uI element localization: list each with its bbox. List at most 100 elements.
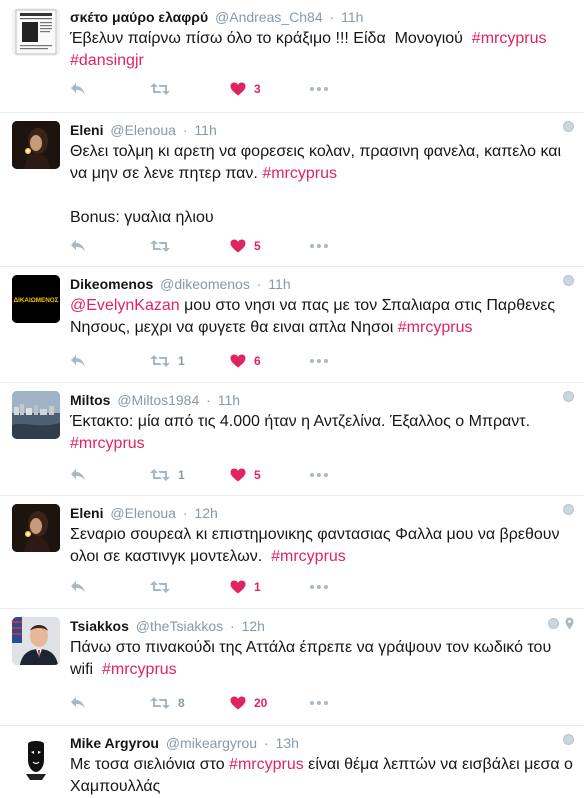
heart-icon xyxy=(230,580,246,594)
username[interactable]: @Elenoua xyxy=(110,122,176,138)
retweet-icon xyxy=(150,82,170,96)
timestamp[interactable]: 13h xyxy=(276,735,299,751)
hashtag-link[interactable]: #mrcyprus xyxy=(472,30,547,47)
more-button[interactable] xyxy=(310,585,350,589)
avatar[interactable] xyxy=(12,504,60,552)
avatar[interactable] xyxy=(12,617,60,665)
hashtag-link[interactable]: #dansingjr xyxy=(70,52,144,69)
tweet-text: Σεναριο σουρεαλ κι επιστημονικης φαντασι… xyxy=(70,524,574,568)
retweet-count: 1 xyxy=(178,354,185,368)
tweet-text-segment: Με τοσα σιελιόνια στο xyxy=(70,756,230,773)
more-button[interactable] xyxy=(310,359,350,363)
heart-icon xyxy=(230,82,246,96)
timestamp[interactable]: 11h xyxy=(194,122,216,138)
tweet[interactable]: Tsiakkos @theTsiakkos · 12h Πάνω στο πιν… xyxy=(0,609,584,726)
fullname[interactable]: Eleni xyxy=(70,122,103,138)
hashtag-link[interactable]: #mrcyprus xyxy=(398,319,473,336)
more-button[interactable] xyxy=(310,473,350,477)
heart-icon xyxy=(230,239,246,253)
tweet[interactable]: σκέτο μαύρο ελαφρύ @Andreas_Ch84 · 11h Έ… xyxy=(0,0,584,113)
retweet-count: 1 xyxy=(178,468,185,482)
username[interactable]: @dikeomenos xyxy=(160,276,250,292)
more-button[interactable] xyxy=(310,87,350,91)
mention-link[interactable]: @EvelynKazan xyxy=(70,297,180,314)
fullname[interactable]: Eleni xyxy=(70,505,103,521)
tweet[interactable]: ΔΙΚΑΙΩΜΕΝΟΣ Dikeomenos @dikeomenos · 11h… xyxy=(0,267,584,383)
username[interactable]: @Andreas_Ch84 xyxy=(215,9,323,25)
like-button[interactable]: 3 xyxy=(230,82,310,96)
username[interactable]: @Elenoua xyxy=(110,505,176,521)
reply-button[interactable] xyxy=(70,239,150,253)
timestamp[interactable]: 11h xyxy=(341,9,363,25)
reply-icon xyxy=(70,354,86,368)
like-button[interactable]: 5 xyxy=(230,239,310,253)
reply-button[interactable] xyxy=(70,580,150,594)
tweet-text: Πάνω στο πινακούδι της Αττάλα έπρεπε να … xyxy=(70,637,574,681)
like-button[interactable]: 5 xyxy=(230,468,310,482)
hashtag-link[interactable]: #mrcyprus xyxy=(229,756,304,773)
retweet-icon xyxy=(150,468,170,482)
separator-dot: · xyxy=(263,735,269,751)
timestamp[interactable]: 11h xyxy=(268,276,290,292)
fullname[interactable]: Tsiakkos xyxy=(70,618,129,634)
avatar[interactable] xyxy=(12,734,60,782)
username[interactable]: @theTsiakkos xyxy=(136,618,223,634)
reply-button[interactable] xyxy=(70,468,150,482)
avatar[interactable] xyxy=(12,391,60,439)
timestamp[interactable]: 12h xyxy=(242,618,265,634)
avatar[interactable] xyxy=(12,121,60,169)
avatar[interactable]: ΔΙΚΑΙΩΜΕΝΟΣ xyxy=(12,275,60,323)
fullname[interactable]: Miltos xyxy=(70,392,110,408)
fullname[interactable]: σκέτο μαύρο ελαφρύ xyxy=(70,9,208,25)
more-icon xyxy=(310,87,328,91)
tweet-header: Mike Argyrou @mikeargyrou · 13h xyxy=(70,734,574,752)
retweet-button[interactable]: 1 xyxy=(150,468,230,482)
retweet-icon xyxy=(150,239,170,253)
like-button[interactable]: 6 xyxy=(230,354,310,368)
username[interactable]: @mikeargyrou xyxy=(166,735,257,751)
timestamp[interactable]: 11h xyxy=(218,392,240,408)
fullname[interactable]: Dikeomenos xyxy=(70,276,153,292)
fullname[interactable]: Mike Argyrou xyxy=(70,735,159,751)
username[interactable]: @Miltos1984 xyxy=(117,392,199,408)
like-button[interactable]: 1 xyxy=(230,580,310,594)
tweet[interactable]: Miltos @Miltos1984 · 11h Έκτακτο: μία απ… xyxy=(0,383,584,496)
like-count: 3 xyxy=(254,82,261,96)
like-button[interactable]: 20 xyxy=(230,696,310,710)
tweet[interactable]: Eleni @Elenoua · 12h Σεναριο σουρεαλ κι … xyxy=(0,496,584,609)
retweet-button[interactable] xyxy=(150,82,230,96)
timestamp[interactable]: 12h xyxy=(194,505,217,521)
retweet-button[interactable]: 1 xyxy=(150,354,230,368)
tweet-actions: 1 xyxy=(70,577,350,597)
reply-button[interactable] xyxy=(70,82,150,96)
tweet[interactable]: Mike Argyrou @mikeargyrou · 13h Με τοσα … xyxy=(0,726,584,795)
tweet[interactable]: Eleni @Elenoua · 11h Θελει τολμη κι αρετ… xyxy=(0,113,584,267)
retweet-count: 8 xyxy=(178,696,185,710)
retweet-button[interactable] xyxy=(150,239,230,253)
avatar[interactable] xyxy=(12,8,60,56)
separator-dot: · xyxy=(329,9,335,25)
hashtag-link[interactable]: #mrcyprus xyxy=(262,165,337,182)
tweet-header: Eleni @Elenoua · 12h xyxy=(70,504,574,522)
more-button[interactable] xyxy=(310,244,350,248)
hashtag-link[interactable]: #mrcyprus xyxy=(102,661,177,678)
avatar-logo-text: ΔΙΚΑΙΩΜΕΝΟΣ xyxy=(14,297,59,304)
hashtag-link[interactable]: #mrcyprus xyxy=(271,548,346,565)
separator-dot: · xyxy=(206,392,211,408)
reply-icon xyxy=(70,468,86,482)
reply-button[interactable] xyxy=(70,696,150,710)
tweet-header: Eleni @Elenoua · 11h xyxy=(70,121,574,139)
more-button[interactable] xyxy=(310,701,350,705)
hashtag-link[interactable]: #mrcyprus xyxy=(70,435,145,452)
like-count: 1 xyxy=(254,580,261,594)
tweet-text: Έκτακτο: μία από τις 4.000 ήταν η Αντζελ… xyxy=(70,411,574,455)
reply-icon xyxy=(70,82,86,96)
tweet-text-segment: Έκτακτο: μία από τις 4.000 ήταν η Αντζελ… xyxy=(70,413,531,430)
retweet-icon xyxy=(150,354,170,368)
retweet-button[interactable] xyxy=(150,580,230,594)
retweet-button[interactable]: 8 xyxy=(150,696,230,710)
reply-button[interactable] xyxy=(70,354,150,368)
separator-dot: · xyxy=(230,618,235,634)
tweet-actions: 5 xyxy=(70,236,350,256)
separator-dot: · xyxy=(182,505,188,521)
